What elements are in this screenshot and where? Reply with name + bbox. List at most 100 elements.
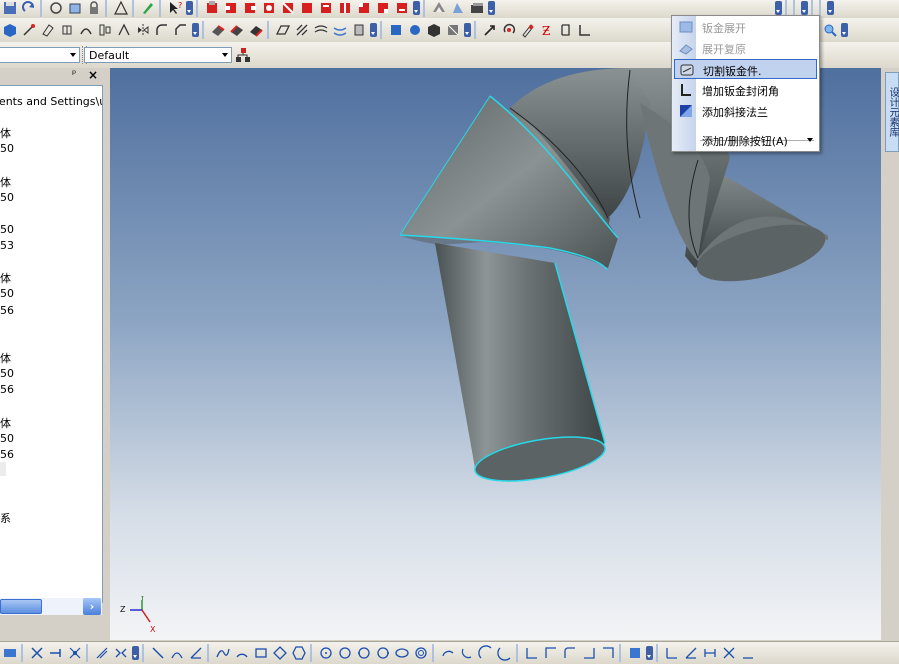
- part-red-11-icon[interactable]: [394, 0, 410, 16]
- part-red-1-icon[interactable]: [204, 0, 220, 16]
- tree-item[interactable]: 50: [0, 223, 14, 236]
- offset-icon[interactable]: [94, 645, 110, 661]
- view-icon[interactable]: [67, 0, 83, 16]
- part-red-7-icon[interactable]: [318, 0, 334, 16]
- revolve-icon[interactable]: [59, 22, 75, 38]
- menu-item-add-remove-buttons[interactable]: 添加/删除按钮(A): [674, 130, 817, 150]
- mirror-icon[interactable]: [135, 22, 151, 38]
- part-red-6-icon[interactable]: [299, 0, 315, 16]
- tree-item[interactable]: 系: [0, 510, 11, 526]
- sheet-bend-icon[interactable]: [210, 22, 226, 38]
- rotate-tool-icon[interactable]: [501, 22, 517, 38]
- corner-1-icon[interactable]: [524, 645, 540, 661]
- corner-3-icon[interactable]: [562, 645, 578, 661]
- menu-item-add-closed-corner[interactable]: 增加钣金封闭角: [674, 80, 817, 100]
- cube-view-icon[interactable]: [2, 22, 18, 38]
- redo-icon[interactable]: [21, 0, 37, 16]
- tree-item[interactable]: 50: [0, 191, 14, 204]
- tree-item[interactable]: 50: [0, 287, 14, 300]
- part-red-10-icon[interactable]: [375, 0, 391, 16]
- select-help-icon[interactable]: ?: [167, 0, 183, 16]
- dim-4-icon[interactable]: [721, 645, 737, 661]
- sheet-tool-4-icon[interactable]: [332, 22, 348, 38]
- menu-item-refold[interactable]: 展开复原: [674, 38, 817, 58]
- tree-item[interactable]: 50: [0, 142, 14, 155]
- bottom-tool-1-icon[interactable]: [2, 645, 18, 661]
- line-icon[interactable]: [150, 645, 166, 661]
- sheet-tool-2-icon[interactable]: [294, 22, 310, 38]
- tree-item[interactable]: 体: [0, 350, 11, 366]
- break-icon[interactable]: [67, 645, 83, 661]
- part-red-5-icon[interactable]: [280, 0, 296, 16]
- corner-2-icon[interactable]: [543, 645, 559, 661]
- 3d-viewport[interactable]: [110, 68, 881, 640]
- sketch-icon[interactable]: [21, 22, 37, 38]
- chamfer-icon[interactable]: [173, 22, 189, 38]
- diamond-icon[interactable]: [272, 645, 288, 661]
- measure-icon[interactable]: [113, 0, 129, 16]
- pattern-icon[interactable]: [431, 0, 447, 16]
- hexagon-icon[interactable]: [291, 645, 307, 661]
- scroll-right-button[interactable]: ›: [83, 598, 101, 615]
- circle-2pt-icon[interactable]: [337, 645, 353, 661]
- arc-end-icon[interactable]: [497, 645, 513, 661]
- tree-item[interactable]: 50: [0, 432, 14, 445]
- sheet-hem-icon[interactable]: [248, 22, 264, 38]
- rib-icon[interactable]: [116, 22, 132, 38]
- undo-list-icon[interactable]: [48, 0, 64, 16]
- arc-3pt-icon[interactable]: [440, 645, 456, 661]
- sheet-metal-tools-icon[interactable]: [558, 22, 574, 38]
- corner-5-icon[interactable]: [600, 645, 616, 661]
- tree-item[interactable]: 体: [0, 174, 11, 190]
- layer-combo[interactable]: [0, 47, 80, 63]
- close-icon[interactable]: ×: [88, 68, 98, 82]
- design-tree[interactable]: Documents and Settings\user\桌 体 50 体 50 …: [0, 85, 103, 603]
- dim-5-icon[interactable]: [740, 645, 756, 661]
- corner-4-icon[interactable]: [581, 645, 597, 661]
- dim-2-icon[interactable]: [683, 645, 699, 661]
- extend-icon[interactable]: [48, 645, 64, 661]
- loft-icon[interactable]: [97, 22, 113, 38]
- circle-fill-icon[interactable]: [413, 645, 429, 661]
- design-library-tab[interactable]: 设计元素库: [885, 72, 899, 152]
- circle-center-icon[interactable]: [318, 645, 334, 661]
- fillet-icon[interactable]: [154, 22, 170, 38]
- brush-icon[interactable]: [140, 0, 156, 16]
- ellipse-icon[interactable]: [394, 645, 410, 661]
- save-icon[interactable]: [2, 0, 18, 16]
- render-2-icon[interactable]: [407, 22, 423, 38]
- text-sketch-icon[interactable]: [627, 645, 643, 661]
- part-red-4-icon[interactable]: [261, 0, 277, 16]
- rectangle-icon[interactable]: [253, 645, 269, 661]
- angle-line-icon[interactable]: [188, 645, 204, 661]
- hierarchy-icon[interactable]: [235, 47, 251, 63]
- search-icon[interactable]: [822, 22, 838, 38]
- tree-item[interactable]: 56: [0, 304, 14, 317]
- tree-item[interactable]: 体: [0, 415, 11, 431]
- scrollbar-thumb[interactable]: [0, 599, 42, 614]
- tree-item[interactable]: 56: [0, 383, 14, 396]
- part-red-2-icon[interactable]: [223, 0, 239, 16]
- sheet-corner-icon[interactable]: [577, 22, 593, 38]
- render-4-icon[interactable]: [445, 22, 461, 38]
- spline-icon[interactable]: [215, 645, 231, 661]
- tree-item[interactable]: 56: [0, 448, 14, 461]
- sketch-mirror-icon[interactable]: [113, 645, 129, 661]
- dim-3-icon[interactable]: [702, 645, 718, 661]
- sheet-tool-3-icon[interactable]: [313, 22, 329, 38]
- menu-item-add-miter-flange[interactable]: 添加斜接法兰: [674, 101, 817, 121]
- sweep-icon[interactable]: [78, 22, 94, 38]
- tangent-line-icon[interactable]: [169, 645, 185, 661]
- part-red-9-icon[interactable]: [356, 0, 372, 16]
- stack-icon[interactable]: [469, 0, 485, 16]
- arc-tangent-icon[interactable]: [478, 645, 494, 661]
- sheet-tool-1-icon[interactable]: [275, 22, 291, 38]
- sheet-flange-icon[interactable]: [229, 22, 245, 38]
- arrow-tool-icon[interactable]: [482, 22, 498, 38]
- render-3-icon[interactable]: [426, 22, 442, 38]
- tree-item[interactable]: 体: [0, 125, 11, 141]
- render-1-icon[interactable]: [388, 22, 404, 38]
- arc-tool-icon[interactable]: [234, 645, 250, 661]
- menu-item-cut-sheet-metal[interactable]: 切割钣金件.: [674, 59, 817, 79]
- part-red-8-icon[interactable]: [337, 0, 353, 16]
